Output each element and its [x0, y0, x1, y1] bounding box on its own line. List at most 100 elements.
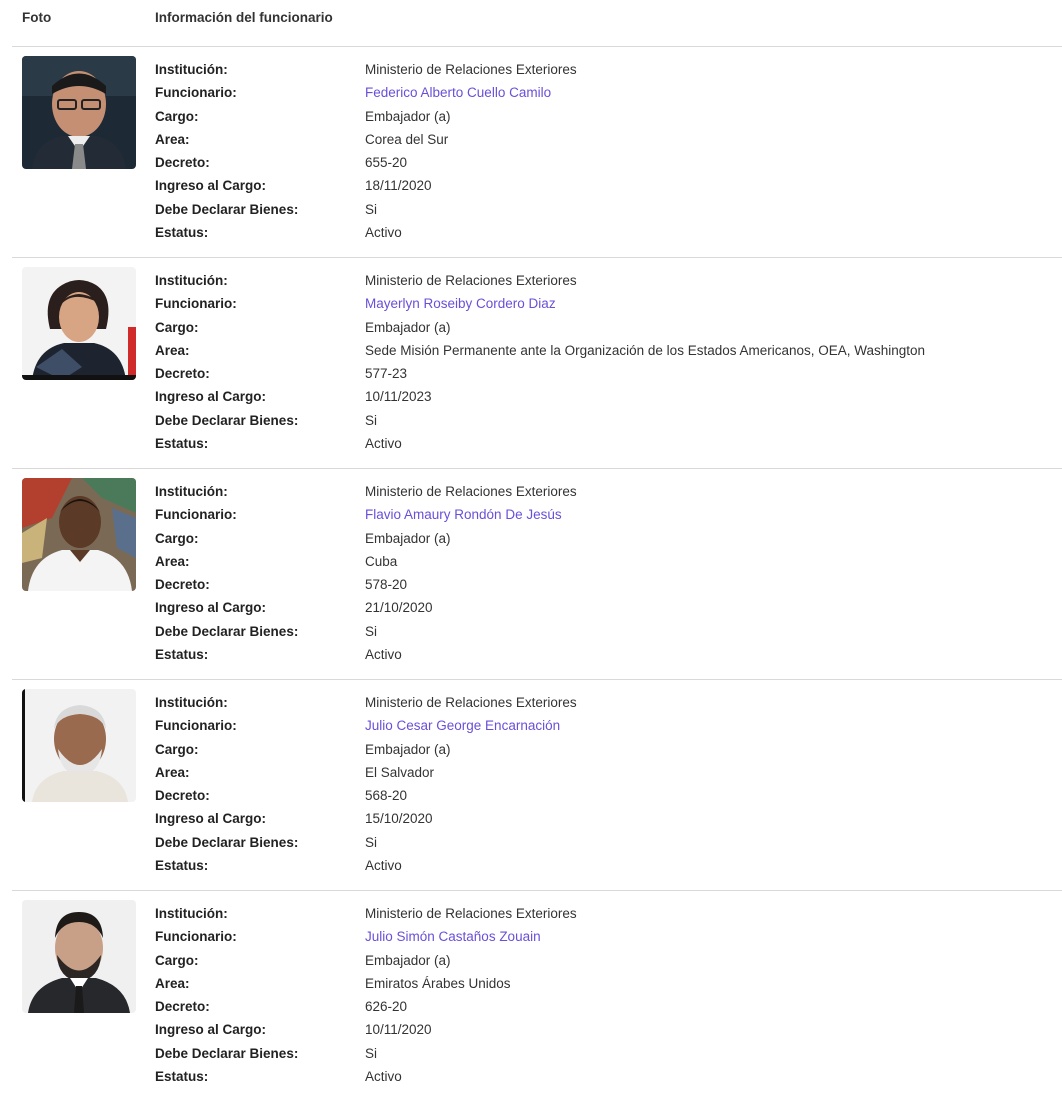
official-info: Institución: Ministerio de Relaciones Ext…	[155, 902, 1062, 1088]
field-funcionario: Funcionario: Flavio Amaury Rondón De Jesú…	[155, 503, 1062, 526]
field-institucion: Institución: Ministerio de Relaciones Ext…	[155, 480, 1062, 503]
official-photo	[22, 478, 136, 591]
field-decreto: Decreto: 626-20	[155, 995, 1062, 1018]
field-ingreso: Ingreso al Cargo: 18/11/2020	[155, 174, 1062, 197]
field-label: Ingreso al Cargo:	[155, 600, 267, 616]
official-photo	[22, 900, 136, 1013]
field-value: 568-20	[365, 788, 408, 804]
official-name-link[interactable]: Mayerlyn Roseiby Cordero Diaz	[365, 292, 556, 315]
field-label: Cargo:	[155, 530, 199, 546]
field-label: Ingreso al Cargo:	[155, 811, 267, 827]
field-label: Decreto:	[155, 366, 210, 382]
field-label: Ingreso al Cargo:	[155, 178, 267, 194]
field-value: Embajador (a)	[365, 530, 451, 546]
field-label: Cargo:	[155, 952, 199, 968]
field-label: Funcionario:	[155, 85, 237, 101]
official-row: Institución: Ministerio de Relaciones Ext…	[12, 469, 1062, 680]
field-value: Si	[365, 1045, 378, 1061]
field-value: Si	[365, 623, 378, 639]
field-label: Institución:	[155, 484, 228, 499]
field-decreto: Decreto: 577-23	[155, 362, 1062, 385]
field-label: Debe Declarar Bienes:	[155, 412, 299, 428]
field-label: Funcionario:	[155, 929, 237, 945]
field-label: Estatus:	[155, 1069, 209, 1085]
field-value: Ministerio de Relaciones Exteriores	[365, 484, 577, 499]
field-estatus: Estatus: Activo	[155, 432, 1062, 455]
field-label: Estatus:	[155, 647, 209, 663]
field-institucion: Institución: Ministerio de Relaciones Ext…	[155, 691, 1062, 714]
field-label: Cargo:	[155, 108, 199, 124]
field-funcionario: Funcionario: Federico Alberto Cuello Cami…	[155, 81, 1062, 104]
field-value: Ministerio de Relaciones Exteriores	[365, 906, 577, 921]
field-value: 577-23	[365, 366, 408, 382]
field-value: Emiratos Árabes Unidos	[365, 975, 511, 991]
field-label: Estatus:	[155, 225, 209, 241]
field-value: Cuba	[365, 553, 398, 569]
official-name-link[interactable]: Julio Cesar George Encarnación	[365, 714, 560, 737]
official-photo	[22, 267, 136, 380]
field-value: 655-20	[365, 155, 408, 171]
field-label: Institución:	[155, 273, 228, 288]
field-value: 578-20	[365, 577, 408, 593]
field-label: Decreto:	[155, 577, 210, 593]
field-label: Debe Declarar Bienes:	[155, 623, 299, 639]
official-row: Institución: Ministerio de Relaciones Ext…	[12, 258, 1062, 469]
field-label: Debe Declarar Bienes:	[155, 1045, 299, 1061]
field-value: 10/11/2023	[365, 389, 432, 405]
field-label: Institución:	[155, 695, 228, 710]
official-row: Institución: Ministerio de Relaciones Ext…	[12, 47, 1062, 258]
field-value: Activo	[365, 858, 402, 874]
field-cargo: Cargo: Embajador (a)	[155, 105, 1062, 128]
field-area: Area: El Salvador	[155, 761, 1062, 784]
table-header: Foto Información del funcionario	[12, 0, 1062, 47]
field-decreto: Decreto: 655-20	[155, 151, 1062, 174]
official-name-link[interactable]: Federico Alberto Cuello Camilo	[365, 81, 551, 104]
field-funcionario: Funcionario: Julio Cesar George Encarnaci…	[155, 714, 1062, 737]
field-estatus: Estatus: Activo	[155, 221, 1062, 244]
field-value: Ministerio de Relaciones Exteriores	[365, 273, 577, 288]
field-label: Area:	[155, 553, 190, 569]
field-label: Debe Declarar Bienes:	[155, 201, 299, 217]
field-decreto: Decreto: 578-20	[155, 573, 1062, 596]
field-value: El Salvador	[365, 764, 435, 780]
field-value: Activo	[365, 436, 402, 452]
official-row: Institución: Ministerio de Relaciones Ext…	[12, 680, 1062, 891]
field-bienes: Debe Declarar Bienes: Si	[155, 1042, 1062, 1065]
field-label: Decreto:	[155, 788, 210, 804]
field-ingreso: Ingreso al Cargo: 21/10/2020	[155, 596, 1062, 619]
field-funcionario: Funcionario: Mayerlyn Roseiby Cordero Dia…	[155, 292, 1062, 315]
field-ingreso: Ingreso al Cargo: 10/11/2023	[155, 385, 1062, 408]
photo-column-header: Foto	[22, 10, 52, 25]
field-cargo: Cargo: Embajador (a)	[155, 316, 1062, 339]
field-value: Si	[365, 412, 378, 428]
field-cargo: Cargo: Embajador (a)	[155, 738, 1062, 761]
field-area: Area: Emiratos Árabes Unidos	[155, 972, 1062, 995]
field-funcionario: Funcionario: Julio Simón Castaños Zouain	[155, 925, 1062, 948]
field-bienes: Debe Declarar Bienes: Si	[155, 409, 1062, 432]
field-label: Estatus:	[155, 436, 209, 452]
official-name-link[interactable]: Flavio Amaury Rondón De Jesús	[365, 503, 562, 526]
field-cargo: Cargo: Embajador (a)	[155, 949, 1062, 972]
official-name-link[interactable]: Julio Simón Castaños Zouain	[365, 925, 541, 948]
field-label: Funcionario:	[155, 718, 237, 734]
field-label: Decreto:	[155, 155, 210, 171]
official-info: Institución: Ministerio de Relaciones Ext…	[155, 269, 1062, 455]
field-value: Embajador (a)	[365, 952, 451, 968]
field-label: Institución:	[155, 906, 228, 921]
field-bienes: Debe Declarar Bienes: Si	[155, 198, 1062, 221]
field-institucion: Institución: Ministerio de Relaciones Ext…	[155, 58, 1062, 81]
field-bienes: Debe Declarar Bienes: Si	[155, 831, 1062, 854]
field-value: 626-20	[365, 999, 408, 1015]
field-area: Area: Corea del Sur	[155, 128, 1062, 151]
official-photo	[22, 689, 136, 802]
field-label: Decreto:	[155, 999, 210, 1015]
field-label: Area:	[155, 131, 190, 147]
field-value: Ministerio de Relaciones Exteriores	[365, 62, 577, 77]
field-value: 18/11/2020	[365, 178, 432, 194]
field-value: Sede Misión Permanente ante la Organizac…	[365, 342, 926, 358]
field-label: Institución:	[155, 62, 228, 77]
info-column-header: Información del funcionario	[155, 10, 333, 25]
official-info: Institución: Ministerio de Relaciones Ext…	[155, 58, 1062, 244]
field-institucion: Institución: Ministerio de Relaciones Ext…	[155, 902, 1062, 925]
official-photo	[22, 56, 136, 169]
